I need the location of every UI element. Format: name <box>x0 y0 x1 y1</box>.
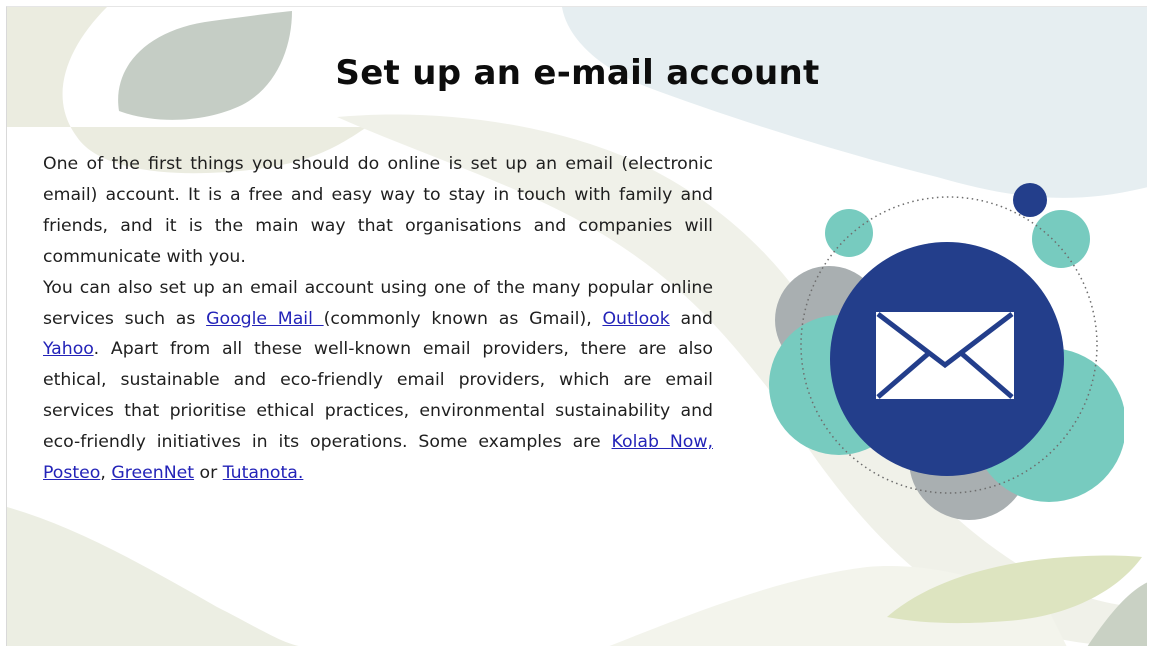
paragraph-2-text-5: , <box>100 463 112 484</box>
bg-beige-bottom-left <box>7 507 299 646</box>
envelope-icon <box>876 312 1014 399</box>
paragraph-2-text-2: (commonly known as Gmail), <box>323 308 603 329</box>
teal-circle-top-left <box>825 209 873 257</box>
body-text: One of the first things you should do on… <box>43 149 713 489</box>
slide-title: Set up an e-mail account <box>335 53 820 93</box>
yahoo-link[interactable]: Yahoo <box>43 339 94 359</box>
posteo-link[interactable]: Posteo <box>43 463 100 483</box>
outlook-link[interactable]: Outlook <box>602 309 669 329</box>
paragraph-2-text-6: or <box>194 463 223 484</box>
greennet-link[interactable]: GreenNet <box>111 463 194 483</box>
navy-small-circle <box>1013 183 1047 217</box>
google-mail-link[interactable]: Google Mail <box>206 309 324 329</box>
paragraph-1: One of the first things you should do on… <box>43 154 713 267</box>
kolab-now-link[interactable]: Kolab Now, <box>612 432 713 452</box>
paragraph-2-text-3: and <box>669 308 713 329</box>
slide: Set up an e-mail account One of the firs… <box>6 6 1147 646</box>
paragraph-2: You can also set up an email account usi… <box>43 273 713 489</box>
email-illustration <box>769 183 1124 520</box>
tutanota-link[interactable]: Tutanota. <box>223 463 304 483</box>
teal-circle-top-right <box>1032 210 1090 268</box>
